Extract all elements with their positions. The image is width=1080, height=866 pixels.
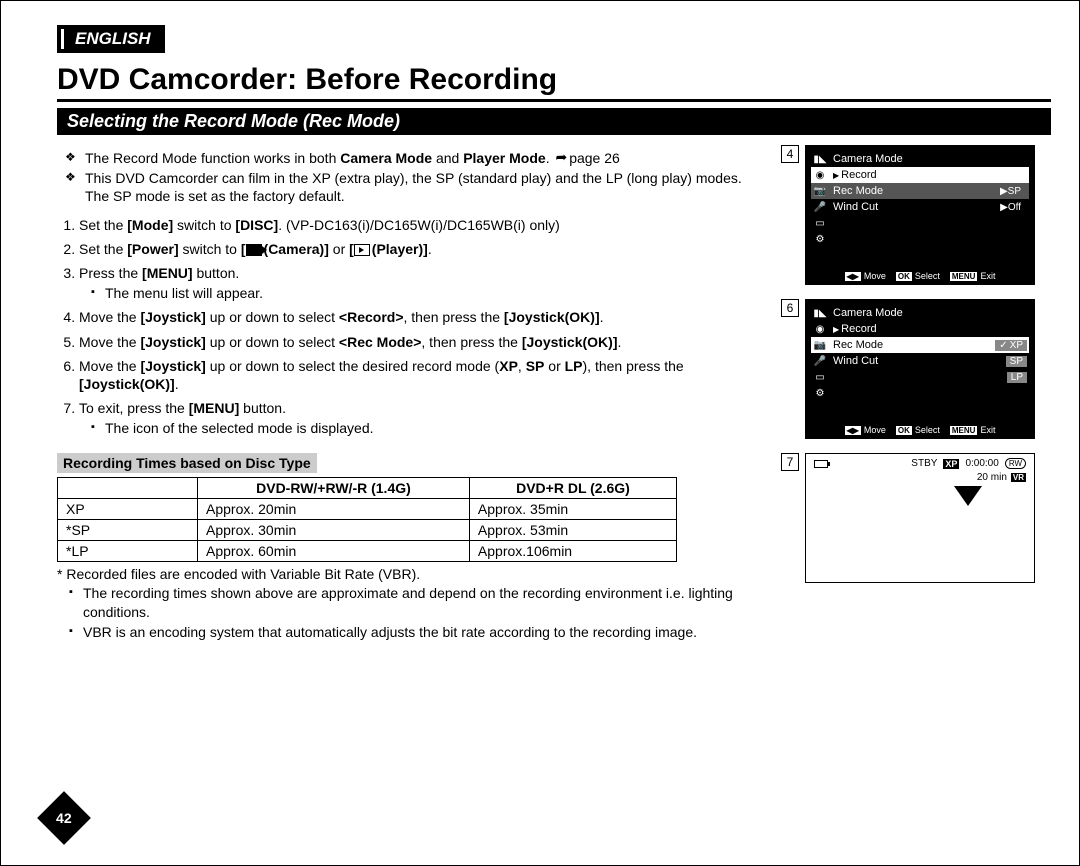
step-1: Set the [Mode] switch to [DISC]. (VP-DC1… <box>79 216 763 234</box>
camera-small-icon: 📷 <box>813 340 827 351</box>
display-icon: ▭ <box>813 372 827 383</box>
table-header: DVD-RW/+RW/-R (1.4G) <box>198 478 470 499</box>
step-5: Move the [Joystick] up or down to select… <box>79 333 763 351</box>
table-row: *SP Approx. 30min Approx. 53min <box>58 520 677 541</box>
display-icon: ▭ <box>813 218 827 229</box>
tools-icon: ⚙ <box>813 234 827 245</box>
menu-icon: MENU <box>950 426 978 435</box>
lcd-screenshot-4: ▮◣ Camera Mode ◉ Record 📷 Rec Mode ▶SP 🎤 Wind… <box>805 145 1035 285</box>
nav-icon: ◀▶ <box>845 272 861 281</box>
step-7: To exit, press the [MENU] button. The ic… <box>79 399 763 437</box>
menu-icon: MENU <box>950 272 978 281</box>
disc-badge: RW <box>1005 458 1026 469</box>
body-text: The Record Mode function works in both C… <box>57 145 763 643</box>
ok-icon: OK <box>896 426 912 435</box>
lcd-screenshot-7: STBY XP 0:00:00 RW 20 min VR <box>805 453 1035 583</box>
manual-page: ENGLISH DVD Camcorder: Before Recording … <box>0 0 1080 866</box>
step-7-sub: The icon of the selected mode is display… <box>93 419 763 437</box>
table-title: Recording Times based on Disc Type <box>57 453 317 473</box>
page-ref-arrow-icon <box>553 150 569 166</box>
table-row: XP Approx. 20min Approx. 35min <box>58 499 677 520</box>
foot-bullet: The recording times shown above are appr… <box>71 584 763 620</box>
disc-icon: ◉ <box>813 170 827 181</box>
mic-icon: 🎤 <box>813 356 827 367</box>
player-icon <box>354 244 370 256</box>
intro-item: This DVD Camcorder can film in the XP (e… <box>71 169 763 205</box>
camera-small-icon: 📷 <box>813 186 827 197</box>
mode-badge: XP <box>943 459 959 469</box>
option: SP <box>1006 356 1027 367</box>
menu-value: ▶SP <box>1000 186 1027 197</box>
screen-footer: ◀▶Move OKSelect MENUExit <box>805 425 1035 435</box>
language-tab: ENGLISH <box>57 25 165 53</box>
panel-number: 4 <box>781 145 799 163</box>
intro-item: The Record Mode function works in both C… <box>71 149 763 167</box>
section-heading: Selecting the Record Mode (Rec Mode) <box>57 108 1051 135</box>
breadcrumb: Record <box>833 323 877 335</box>
camcorder-icon: ▮◣ <box>813 308 827 319</box>
step-2: Set the [Power] switch to [(Camera)] or … <box>79 240 763 258</box>
step-3: Press the [MENU] button. The menu list w… <box>79 264 763 302</box>
table-row: *LP Approx. 60min Approx.106min <box>58 541 677 562</box>
page-number-badge: 42 <box>37 791 91 845</box>
step-6: Move the [Joystick] up or down to select… <box>79 357 763 393</box>
recording-times-table: DVD-RW/+RW/-R (1.4G) DVD+R DL (2.6G) XP … <box>57 477 677 562</box>
option: LP <box>1007 372 1027 383</box>
nav-icon: ◀▶ <box>845 426 861 435</box>
mic-icon: 🎤 <box>813 202 827 213</box>
lcd-screenshot-6: ▮◣ Camera Mode ◉ Record 📷 Rec Mode XP 🎤 Wind … <box>805 299 1035 439</box>
remaining-time: 20 min <box>977 472 1007 483</box>
panel-number: 7 <box>781 453 799 471</box>
step-4: Move the [Joystick] up or down to select… <box>79 308 763 326</box>
camera-icon <box>246 244 262 256</box>
vr-badge: VR <box>1011 473 1026 482</box>
page-title: DVD Camcorder: Before Recording <box>57 63 1051 102</box>
timecode: 0:00:00 <box>965 458 998 469</box>
foot-bullet: VBR is an encoding system that automatic… <box>71 623 763 641</box>
disc-icon: ◉ <box>813 324 827 335</box>
table-header-row: DVD-RW/+RW/-R (1.4G) DVD+R DL (2.6G) <box>58 478 677 499</box>
panel-number: 6 <box>781 299 799 317</box>
tools-icon: ⚙ <box>813 388 827 399</box>
menu-item: Wind Cut <box>833 355 878 367</box>
camcorder-icon: ▮◣ <box>813 154 827 165</box>
screen-title: Camera Mode <box>833 307 903 319</box>
ok-icon: OK <box>896 272 912 281</box>
battery-icon <box>814 460 828 468</box>
menu-item: Rec Mode <box>833 185 883 197</box>
play-indicator-icon <box>954 486 982 506</box>
breadcrumb: Record <box>833 169 877 181</box>
menu-item: Rec Mode <box>833 339 883 351</box>
option-selected: XP <box>995 340 1027 351</box>
table-header <box>58 478 198 499</box>
step-3-sub: The menu list will appear. <box>93 284 763 302</box>
screen-footer: ◀▶Move OKSelect MENUExit <box>805 271 1035 281</box>
table-header: DVD+R DL (2.6G) <box>469 478 676 499</box>
screen-title: Camera Mode <box>833 153 903 165</box>
footnote: * Recorded files are encoded with Variab… <box>57 566 763 582</box>
menu-item: Wind Cut <box>833 201 878 213</box>
stby-label: STBY <box>911 458 937 469</box>
menu-value: ▶Off <box>1000 202 1027 213</box>
